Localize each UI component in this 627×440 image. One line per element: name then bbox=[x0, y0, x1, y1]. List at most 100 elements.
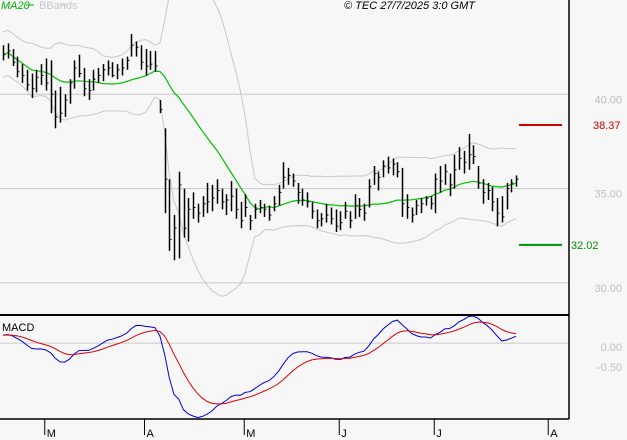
price-bar bbox=[510, 179, 514, 193]
price-bar bbox=[392, 158, 396, 176]
price-bar bbox=[145, 49, 149, 76]
stock-chart: 38.37 32.02 40.00 35.00 30.00 0.00 -0.50 M A M… bbox=[0, 0, 627, 440]
macd-signal-line bbox=[2, 321, 517, 405]
price-bar bbox=[254, 203, 258, 219]
price-bar bbox=[387, 156, 391, 174]
resistance-label: 38.37 bbox=[593, 120, 621, 132]
price-bar bbox=[221, 188, 225, 210]
price-bar bbox=[35, 69, 39, 93]
price-bar bbox=[88, 79, 92, 100]
price-bar bbox=[225, 194, 229, 216]
price-bar bbox=[126, 56, 130, 70]
grid-lines bbox=[0, 93, 569, 344]
price-bar bbox=[45, 58, 49, 91]
price-bar bbox=[173, 215, 177, 261]
levels: 38.37 32.02 bbox=[519, 120, 621, 252]
price-bar bbox=[449, 173, 453, 197]
price-bar bbox=[16, 56, 20, 78]
price-bar bbox=[73, 60, 77, 89]
price-bar bbox=[430, 196, 434, 210]
price-axis-labels: 40.00 35.00 30.00 0.00 -0.50 bbox=[594, 94, 622, 374]
price-bar bbox=[216, 179, 220, 204]
price-bar bbox=[496, 198, 500, 227]
price-bar bbox=[21, 64, 25, 83]
price-bar bbox=[411, 207, 415, 223]
price-bar bbox=[178, 171, 182, 259]
price-bar bbox=[7, 43, 11, 59]
price-bar bbox=[197, 203, 201, 223]
macd-tick-label: 0.00 bbox=[601, 342, 622, 354]
price-bar bbox=[102, 64, 106, 82]
month-label: A bbox=[147, 428, 155, 440]
price-bar bbox=[116, 64, 120, 80]
price-bar bbox=[320, 213, 324, 227]
price-bar bbox=[368, 179, 372, 208]
price-bar bbox=[107, 60, 111, 76]
price-bar bbox=[316, 209, 320, 229]
price-bar bbox=[463, 150, 467, 174]
price-bar bbox=[54, 90, 58, 129]
price-bar bbox=[330, 207, 334, 225]
price-bar bbox=[501, 196, 505, 223]
price-bar bbox=[273, 196, 277, 212]
price-bar bbox=[268, 205, 272, 221]
price-bar bbox=[406, 194, 410, 219]
price-bar bbox=[206, 182, 210, 214]
price-bar bbox=[59, 86, 63, 123]
price-bar bbox=[453, 154, 457, 189]
price-bar bbox=[263, 203, 267, 217]
price-bar bbox=[249, 215, 253, 231]
price-tick-label: 30.00 bbox=[594, 283, 622, 295]
bband-lower-line bbox=[2, 74, 517, 297]
price-bar bbox=[40, 64, 44, 85]
macd-label: MACD bbox=[2, 322, 34, 334]
price-bar bbox=[230, 181, 234, 212]
month-label: A bbox=[550, 428, 558, 440]
price-bar bbox=[282, 162, 286, 189]
price-bar bbox=[515, 175, 519, 187]
macd-line bbox=[2, 315, 517, 419]
price-bar bbox=[344, 201, 348, 219]
time-axis-labels: MAMJJA bbox=[44, 419, 558, 440]
price-bar bbox=[135, 41, 139, 57]
price-tick-label: 35.00 bbox=[594, 189, 622, 201]
price-bar bbox=[420, 198, 424, 214]
price-bar bbox=[202, 196, 206, 217]
price-bar bbox=[339, 211, 343, 231]
price-bar bbox=[92, 69, 96, 91]
price-bar bbox=[415, 199, 419, 216]
price-bar bbox=[26, 69, 30, 91]
price-bar bbox=[472, 145, 476, 165]
macd-lines bbox=[2, 315, 517, 419]
price-bar bbox=[306, 192, 310, 208]
price-bar bbox=[491, 186, 495, 212]
price-bar bbox=[192, 192, 196, 219]
price-bar bbox=[349, 211, 353, 229]
bollinger-bands bbox=[2, 0, 517, 297]
price-bar bbox=[78, 54, 82, 78]
price-bar bbox=[69, 79, 73, 104]
macd-tick-label: -0.50 bbox=[597, 362, 622, 374]
price-tick-label: 40.00 bbox=[594, 94, 622, 106]
month-label: J bbox=[341, 428, 347, 440]
price-bar bbox=[111, 62, 115, 78]
price-bar bbox=[477, 165, 481, 189]
price-bar bbox=[64, 94, 68, 117]
price-bar bbox=[121, 58, 125, 76]
price-bar bbox=[168, 179, 172, 251]
chart-canvas: 38.37 32.02 40.00 35.00 30.00 0.00 -0.50 M A M… bbox=[0, 0, 622, 440]
price-bar bbox=[240, 201, 244, 229]
price-bar bbox=[506, 182, 510, 210]
price-bar bbox=[130, 33, 134, 57]
price-bar bbox=[373, 165, 377, 185]
price-bar bbox=[396, 162, 400, 178]
price-bar bbox=[278, 184, 282, 206]
price-bar bbox=[97, 67, 101, 83]
price-bar bbox=[2, 45, 6, 61]
month-label: M bbox=[47, 428, 56, 440]
price-bar bbox=[187, 198, 191, 242]
price-bar bbox=[335, 209, 339, 233]
chart-frame bbox=[0, 0, 570, 420]
price-bar bbox=[154, 50, 158, 72]
price-bar bbox=[164, 128, 168, 214]
